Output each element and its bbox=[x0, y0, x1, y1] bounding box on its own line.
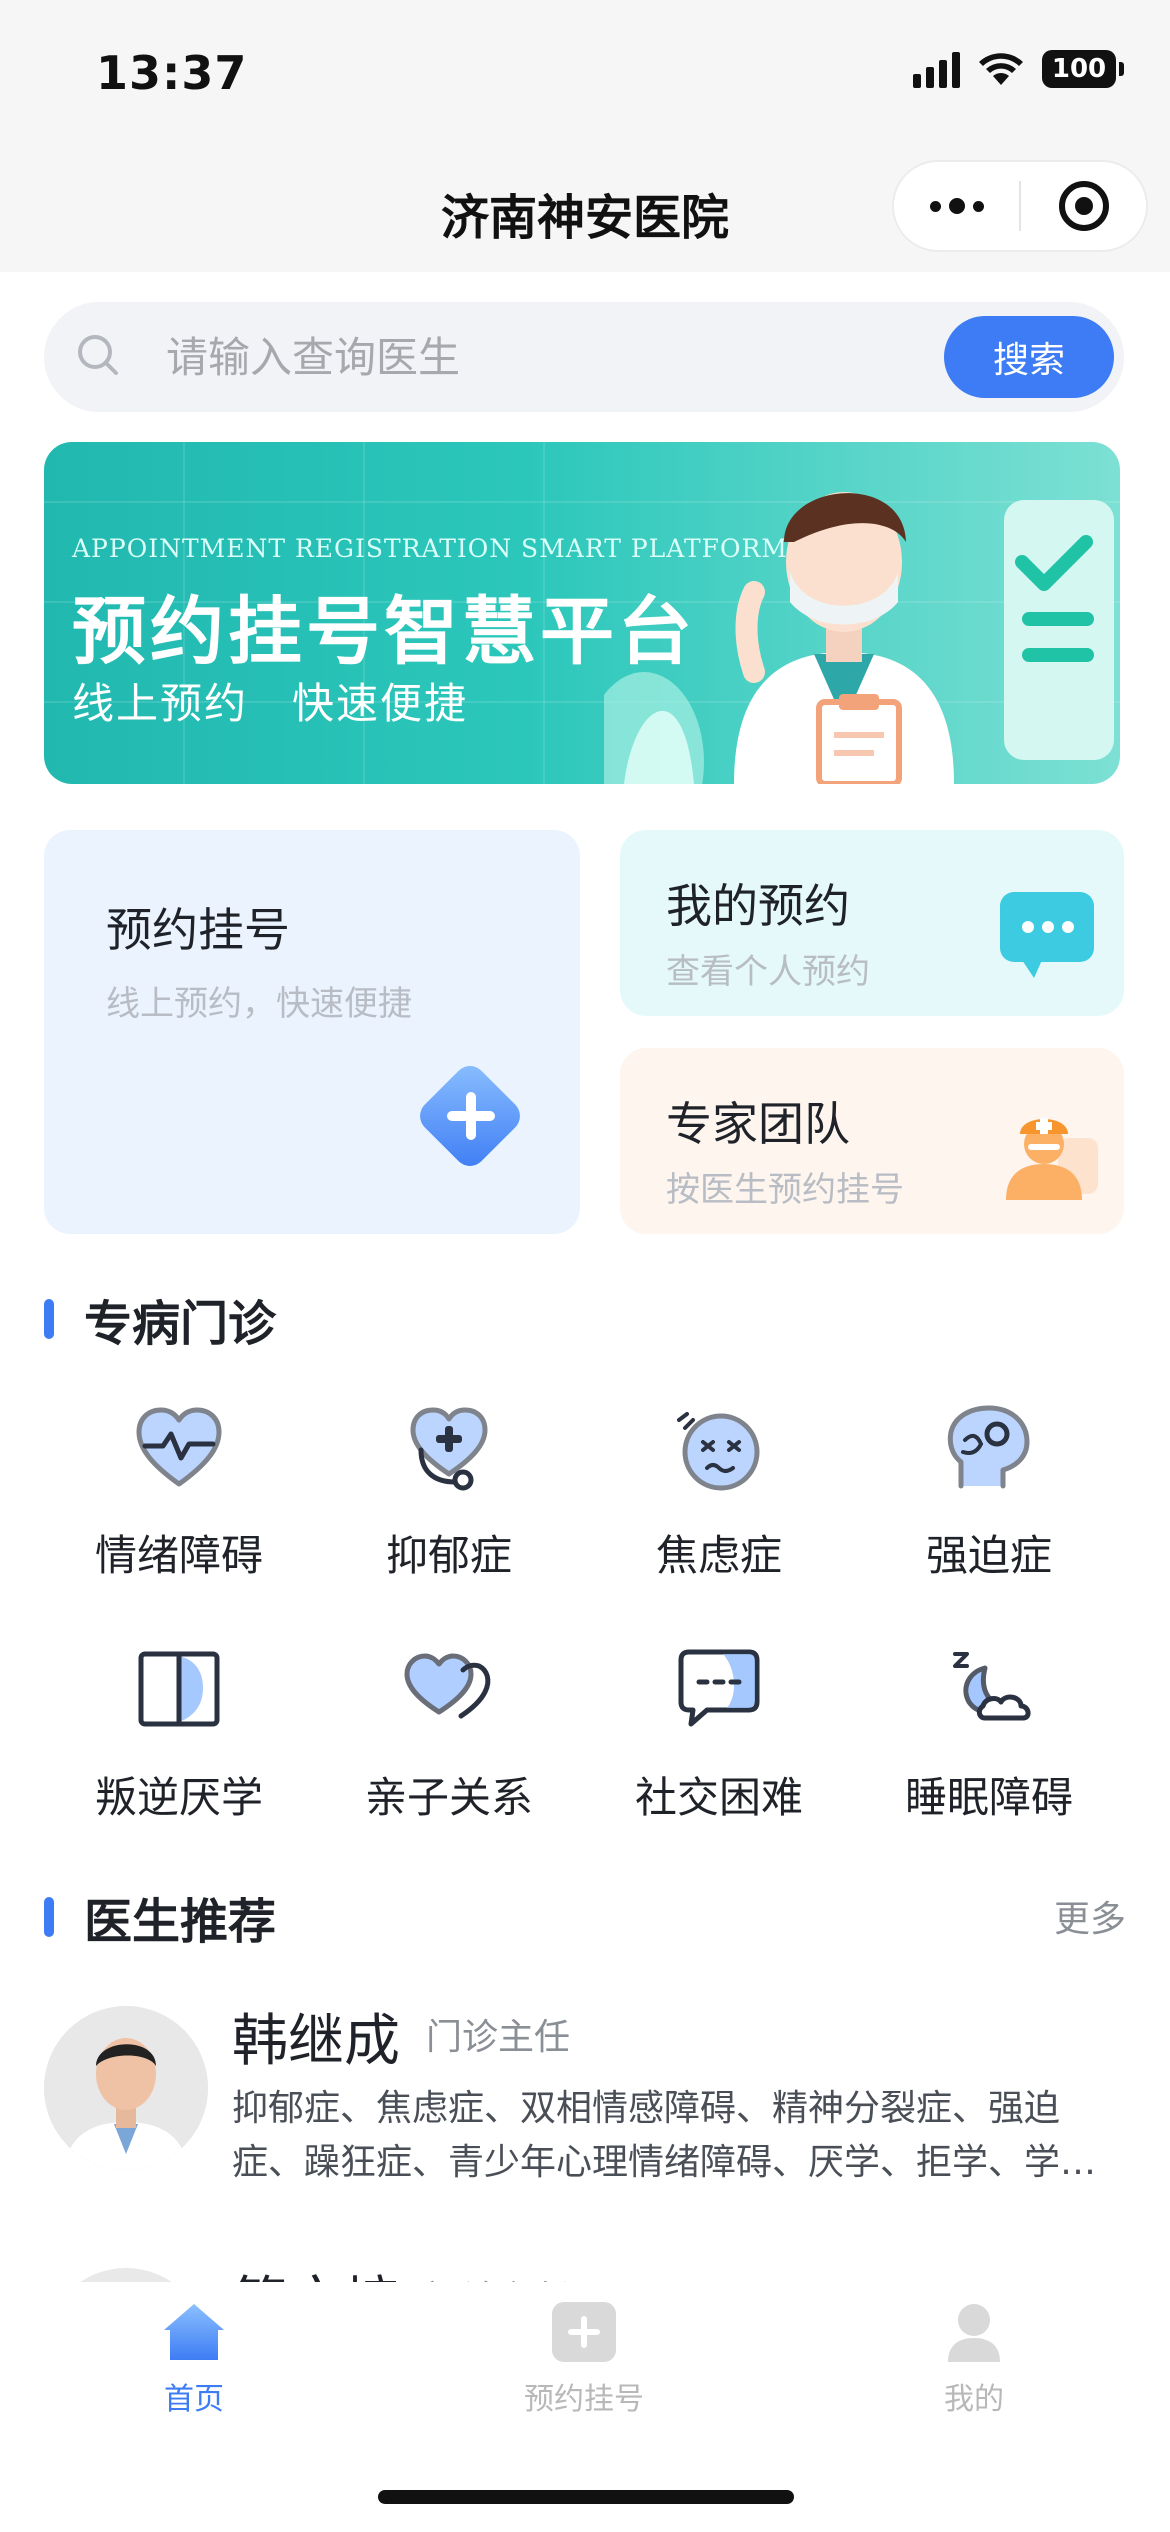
specialty-item-emotion[interactable]: 情绪障碍 bbox=[44, 1400, 314, 1583]
doctor-name[interactable]: 韩继成 bbox=[232, 1996, 400, 2077]
specialty-label: 社交困难 bbox=[634, 1773, 803, 1822]
tab-register[interactable]: 预约挂号 bbox=[434, 2300, 734, 2418]
register-card-title: 预约挂号 bbox=[106, 903, 290, 957]
search-icon bbox=[78, 335, 118, 375]
doctor-title: 门诊主任 bbox=[426, 2017, 571, 2058]
signal-icon bbox=[913, 50, 960, 88]
moon-cloud-icon bbox=[953, 1652, 1031, 1721]
doctor-illustration bbox=[604, 492, 1114, 784]
top-bar: 13:37 100 济南神安医院 bbox=[0, 0, 1170, 272]
specialty-label: 焦虑症 bbox=[655, 1531, 782, 1580]
plus-diamond-icon bbox=[420, 1066, 520, 1166]
tab-register-label: 预约挂号 bbox=[524, 2382, 644, 2417]
specialty-item-depression[interactable]: 抑郁症 bbox=[314, 1400, 584, 1583]
register-card[interactable]: 预约挂号 线上预约，快速便捷 bbox=[44, 830, 580, 1234]
expert-team-card[interactable]: 专家团队 按医生预约挂号 bbox=[620, 1048, 1124, 1234]
specialty-section-header: 专病门诊 bbox=[44, 1284, 276, 1354]
tab-home-label: 首页 bbox=[164, 2382, 224, 2417]
stethoscope-heart-icon bbox=[410, 1407, 488, 1491]
home-icon bbox=[164, 2304, 224, 2360]
more-dots-icon bbox=[929, 198, 984, 214]
doctor-specialties-line2: 症、躁狂症、青少年心理情绪障碍、厌学、拒学、学… bbox=[232, 2142, 1097, 2183]
my-appointments-subtitle: 查看个人预约 bbox=[666, 952, 870, 992]
close-miniprogram-button[interactable] bbox=[1021, 162, 1146, 250]
specialty-label: 情绪障碍 bbox=[94, 1531, 263, 1580]
home-indicator bbox=[378, 2490, 794, 2504]
user-icon bbox=[948, 2304, 1000, 2362]
status-time: 13:37 bbox=[96, 46, 248, 100]
specialty-item-ocd[interactable]: 强迫症 bbox=[854, 1400, 1124, 1583]
my-appointments-card[interactable]: 我的预约 查看个人预约 bbox=[620, 830, 1124, 1016]
tab-mine-label: 我的 bbox=[944, 2382, 1004, 2417]
banner[interactable]: APPOINTMENT REGISTRATION SMART PLATFORM … bbox=[44, 442, 1120, 784]
section-accent-bar bbox=[44, 1299, 54, 1339]
heart-pulse-icon bbox=[136, 1407, 222, 1487]
head-brain-icon bbox=[947, 1405, 1030, 1489]
status-icons: 100 bbox=[913, 50, 1124, 88]
plus-square-icon bbox=[552, 2302, 616, 2362]
expert-team-subtitle: 按医生预约挂号 bbox=[666, 1170, 904, 1210]
tab-mine[interactable]: 我的 bbox=[824, 2300, 1124, 2418]
battery-icon: 100 bbox=[1042, 50, 1124, 88]
specialty-label: 强迫症 bbox=[925, 1531, 1052, 1580]
section-accent-bar bbox=[44, 1897, 54, 1937]
expert-team-title: 专家团队 bbox=[666, 1097, 850, 1151]
specialty-item-anxiety[interactable]: 焦虑症 bbox=[584, 1400, 854, 1583]
search-button[interactable]: 搜索 bbox=[944, 316, 1114, 398]
specialty-label: 叛逆厌学 bbox=[94, 1773, 263, 1822]
banner-title: 预约挂号智慧平台 bbox=[72, 589, 696, 675]
search-bar: 搜索 bbox=[44, 302, 1124, 412]
specialty-label: 抑郁症 bbox=[385, 1531, 512, 1580]
banner-subtitle: 线上预约 快速便捷 bbox=[72, 679, 469, 728]
tab-home[interactable]: 首页 bbox=[44, 2300, 344, 2418]
mini-program-capsule bbox=[892, 160, 1148, 252]
message-bubble-icon bbox=[1000, 892, 1094, 978]
register-card-subtitle: 线上预约，快速便捷 bbox=[106, 984, 412, 1024]
anxious-face-icon bbox=[677, 1412, 760, 1491]
chat-bubble-icon bbox=[678, 1649, 760, 1727]
book-icon bbox=[138, 1651, 220, 1727]
specialty-section-title: 专病门诊 bbox=[84, 1296, 277, 1352]
specialty-item-sleep[interactable]: 睡眠障碍 bbox=[854, 1642, 1124, 1825]
my-appointments-title: 我的预约 bbox=[666, 879, 850, 933]
specialty-item-social[interactable]: 社交困难 bbox=[584, 1642, 854, 1825]
search-input[interactable] bbox=[166, 332, 866, 382]
specialty-label: 亲子关系 bbox=[364, 1773, 533, 1822]
target-icon bbox=[1058, 181, 1109, 231]
specialty-item-parent-child[interactable]: 亲子关系 bbox=[314, 1642, 584, 1825]
doctor-section-header: 医生推荐 bbox=[44, 1882, 276, 1952]
page: { "status_bar": {"time": "13:37", "batte… bbox=[0, 0, 1170, 2532]
doctor-specialties-line1: 抑郁症、焦虑症、双相情感障碍、精神分裂症、强迫 bbox=[232, 2088, 1061, 2129]
wifi-icon bbox=[979, 53, 1023, 85]
nurse-icon bbox=[1006, 1118, 1098, 1200]
doctor-avatar[interactable] bbox=[44, 2006, 208, 2170]
specialty-label: 睡眠障碍 bbox=[904, 1773, 1073, 1822]
doctor-section-title: 医生推荐 bbox=[84, 1894, 277, 1950]
specialty-item-rebellion[interactable]: 叛逆厌学 bbox=[44, 1642, 314, 1825]
two-hearts-icon bbox=[404, 1653, 491, 1719]
more-doctors-link[interactable]: 更多 bbox=[1054, 1890, 1126, 1942]
more-button[interactable] bbox=[894, 162, 1019, 250]
